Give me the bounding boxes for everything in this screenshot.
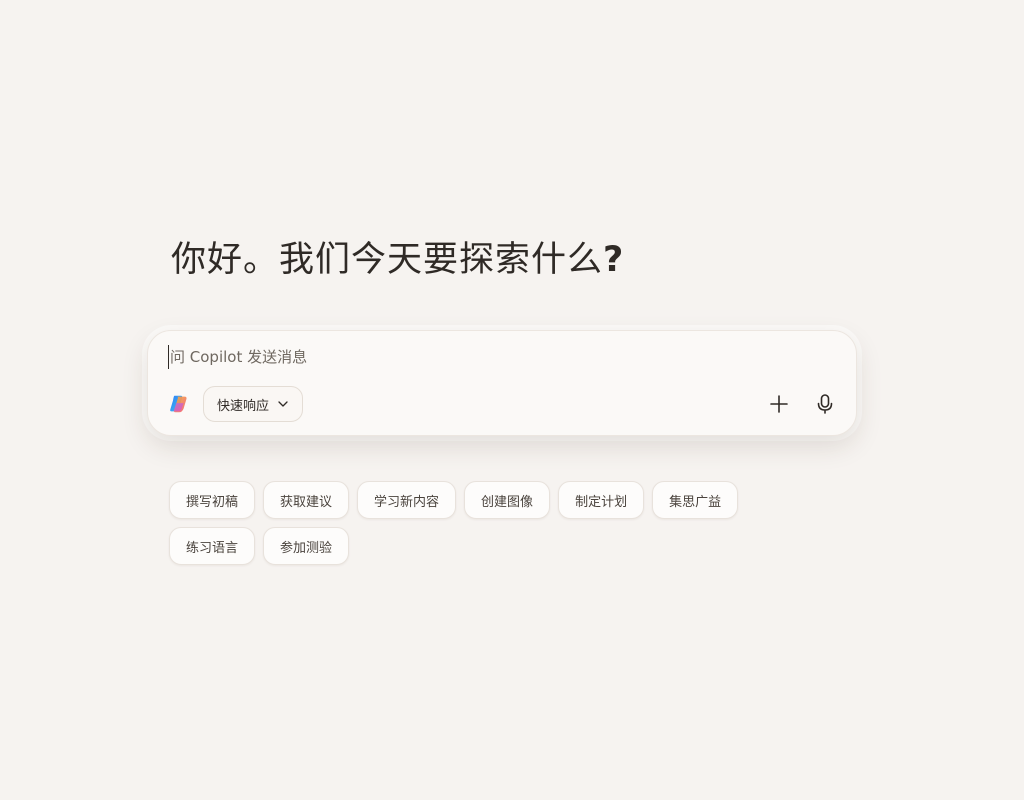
message-composer: 快速响应 bbox=[147, 330, 857, 436]
response-mode-label: 快速响应 bbox=[216, 398, 269, 414]
suggestion-chip-brainstorm[interactable]: 集思广益 bbox=[652, 481, 739, 519]
add-attachment-button[interactable] bbox=[764, 389, 794, 419]
message-input[interactable] bbox=[168, 345, 830, 369]
suggestion-chips: 撰写初稿 获取建议 学习新内容 创建图像 制定计划 集思广益 练习语言 参加测验 bbox=[169, 481, 769, 573]
chevron-down-icon bbox=[278, 401, 288, 407]
copilot-home: 你好。我们今天要探索什么? 问 Copilot 发送消息 快速响应 撰写初稿 获… bbox=[0, 0, 1024, 800]
suggestion-row-2: 练习语言 参加测验 bbox=[169, 527, 769, 565]
suggestion-chip-draft[interactable]: 撰写初稿 bbox=[169, 481, 256, 519]
greeting-text: 你好。我们今天要探索什么 bbox=[171, 240, 604, 280]
suggestion-chip-learn[interactable]: 学习新内容 bbox=[357, 481, 457, 519]
suggestion-row-1: 撰写初稿 获取建议 学习新内容 创建图像 制定计划 集思广益 bbox=[169, 481, 769, 519]
suggestion-chip-quiz[interactable]: 参加测验 bbox=[263, 527, 350, 565]
microphone-icon bbox=[817, 394, 833, 414]
greeting-question-mark: ? bbox=[603, 240, 625, 280]
greeting-heading: 你好。我们今天要探索什么? bbox=[171, 236, 624, 284]
voice-input-button[interactable] bbox=[810, 389, 840, 419]
suggestion-chip-language[interactable]: 练习语言 bbox=[169, 527, 256, 565]
plus-icon bbox=[770, 395, 788, 413]
suggestion-chip-advice[interactable]: 获取建议 bbox=[263, 481, 350, 519]
suggestion-chip-plan[interactable]: 制定计划 bbox=[558, 481, 645, 519]
suggestion-chip-image[interactable]: 创建图像 bbox=[464, 481, 551, 519]
copilot-logo-icon bbox=[170, 395, 187, 413]
response-mode-dropdown[interactable]: 快速响应 bbox=[203, 386, 303, 422]
